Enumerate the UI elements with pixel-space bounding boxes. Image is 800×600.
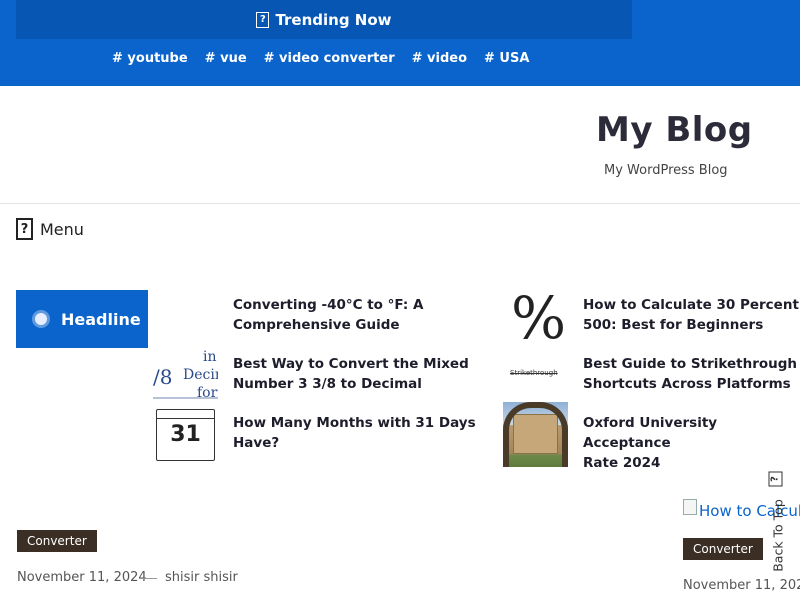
news-title-line: How to Calculate 30 Percent o xyxy=(583,297,800,313)
tag-video[interactable]: # video xyxy=(412,51,467,66)
news-thumbnail[interactable]: in /8 Decin form xyxy=(153,349,218,414)
post-author[interactable]: shisir shisir xyxy=(165,570,238,585)
news-title[interactable]: Converting -40°C to °F: A Comprehensive … xyxy=(233,295,423,335)
percent-icon: % xyxy=(511,290,567,352)
news-title-line: Oxford University Acceptance xyxy=(583,415,718,451)
meta-separator xyxy=(143,578,157,579)
top-bar: ? Trending Now # youtube # vue # video c… xyxy=(0,0,800,86)
site-title[interactable]: My Blog xyxy=(596,110,753,150)
post-date[interactable]: November 11, 2024 xyxy=(17,570,147,585)
broken-image-icon xyxy=(683,499,697,515)
news-thumbnail xyxy=(153,290,218,355)
category-badge[interactable]: Converter xyxy=(683,538,763,560)
calendar-icon: 31 xyxy=(156,409,215,461)
news-title-line: Number 3 3/8 to Decimal xyxy=(233,376,422,392)
tag-vue[interactable]: # vue xyxy=(205,51,247,66)
news-title-line: Converting -40°C to °F: A xyxy=(233,297,424,313)
tag-youtube[interactable]: # youtube xyxy=(112,51,188,66)
news-title-line: Comprehensive Guide xyxy=(233,317,400,333)
calendar-day: 31 xyxy=(170,422,201,447)
news-thumbnail[interactable]: % xyxy=(503,290,568,355)
thumb-text: /8 xyxy=(153,365,173,389)
news-title[interactable]: Best Way to Convert the Mixed Number 3 3… xyxy=(233,354,469,394)
news-item[interactable]: in /8 Decin form Best Way to Convert the… xyxy=(153,349,469,414)
calendar-header xyxy=(157,410,214,419)
trending-icon: ? xyxy=(256,11,270,28)
thumb-text: in xyxy=(203,349,217,365)
news-title-line: Have? xyxy=(233,435,280,451)
thumb-underline xyxy=(153,397,218,399)
menu-icon: ? xyxy=(16,218,33,240)
news-thumbnail[interactable]: 31 xyxy=(153,408,218,473)
trending-now-bar: ? Trending Now xyxy=(16,0,632,39)
news-item[interactable]: Converting -40°C to °F: A Comprehensive … xyxy=(153,290,423,355)
news-title-line: 500: Best for Beginners xyxy=(583,317,764,333)
site-description: My WordPress Blog xyxy=(604,163,728,178)
news-title-line: Shortcuts Across Platforms xyxy=(583,376,791,392)
back-to-top-label: Back To Top xyxy=(770,499,786,572)
menu-label: Menu xyxy=(40,219,84,239)
thumb-text: Decin xyxy=(183,367,218,383)
back-to-top-button[interactable]: ? Back To Top xyxy=(768,466,788,576)
trending-tags: # youtube # vue # video converter # vide… xyxy=(112,51,529,66)
news-title[interactable]: Oxford University Acceptance Rate 2024 xyxy=(583,413,800,473)
trending-label: Trending Now xyxy=(275,10,392,29)
news-title[interactable]: Best Guide to Strikethrough Shortcuts Ac… xyxy=(583,354,797,394)
tag-usa[interactable]: # USA xyxy=(484,51,529,66)
news-thumbnail[interactable] xyxy=(503,402,568,467)
news-title[interactable]: How Many Months with 31 Days Have? xyxy=(233,413,476,453)
news-title-line: Best Guide to Strikethrough xyxy=(583,356,798,372)
archway-frame xyxy=(503,402,568,467)
headline-text: Headline xyxy=(61,309,141,329)
news-item[interactable]: Oxford University Acceptance Rate 2024 xyxy=(503,402,800,473)
pulse-dot-icon xyxy=(35,313,47,325)
headline-label: Headline xyxy=(16,290,148,348)
tag-video-converter[interactable]: # video converter xyxy=(264,51,395,66)
news-item[interactable]: 31 How Many Months with 31 Days Have? xyxy=(153,408,476,473)
news-title-line: How Many Months with 31 Days xyxy=(233,415,476,431)
strikethrough-thumb-text: Strikethrough xyxy=(510,369,558,377)
news-title[interactable]: How to Calculate 30 Percent o 500: Best … xyxy=(583,295,800,335)
arrow-up-icon: ? xyxy=(768,471,783,487)
header-divider xyxy=(0,203,800,204)
menu-toggle[interactable]: ? Menu xyxy=(16,218,84,240)
category-badge[interactable]: Converter xyxy=(17,530,97,552)
news-item[interactable]: % How to Calculate 30 Percent o 500: Bes… xyxy=(503,290,800,355)
news-title-line: Best Way to Convert the Mixed xyxy=(233,356,469,372)
